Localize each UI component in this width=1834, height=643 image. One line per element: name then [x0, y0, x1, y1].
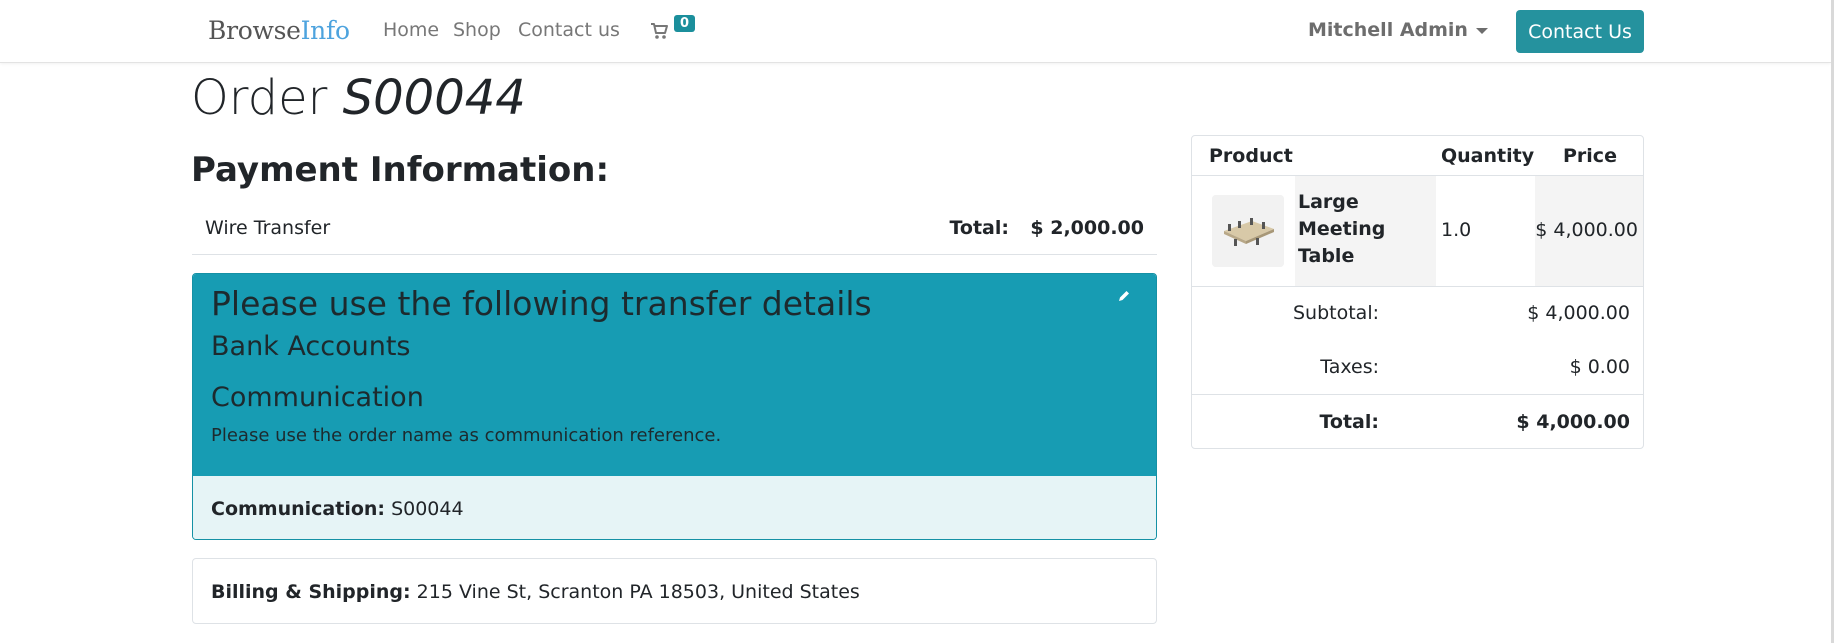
taxes-label: Taxes:	[1320, 356, 1379, 378]
transfer-title: Please use the following transfer detail…	[211, 284, 872, 323]
bank-accounts-heading: Bank Accounts	[211, 331, 411, 362]
page-title: Order S00044	[191, 70, 526, 126]
cart-count-badge: 0	[674, 15, 696, 32]
payment-heading: Payment Information:	[191, 150, 610, 190]
communication-reference: Communication: S00044	[193, 476, 1156, 539]
shopping-cart-icon	[651, 23, 668, 39]
payment-total-label: Total:	[949, 217, 1009, 239]
product-quantity: 1.0	[1441, 219, 1472, 241]
communication-heading: Communication	[211, 382, 424, 413]
billing-address: 215 Vine St, Scranton PA 18503, United S…	[416, 581, 860, 603]
user-name: Mitchell Admin	[1308, 19, 1468, 41]
transfer-details-box: Please use the following transfer detail…	[192, 273, 1157, 540]
total-value: $ 4,000.00	[1516, 411, 1630, 433]
order-summary-table: Product Quantity Price Large Meeting Tab…	[1191, 135, 1644, 449]
product-name[interactable]: Large Meeting Table	[1298, 189, 1408, 270]
pencil-icon[interactable]	[1116, 288, 1132, 304]
communication-label: Communication:	[211, 498, 386, 520]
taxes-value: $ 0.00	[1569, 356, 1630, 378]
order-number: S00044	[342, 70, 526, 126]
payment-total-value: $ 2,000.00	[1030, 217, 1144, 239]
nav-home[interactable]: Home	[383, 19, 439, 41]
column-header-product: Product	[1209, 145, 1293, 167]
billing-shipping-box: Billing & Shipping: 215 Vine St, Scranto…	[192, 558, 1157, 624]
column-header-quantity: Quantity	[1441, 145, 1535, 167]
nav-contact[interactable]: Contact us	[518, 19, 620, 41]
column-header-price: Price	[1563, 145, 1617, 167]
product-price: $ 4,000.00	[1535, 219, 1638, 241]
brand-logo[interactable]: BrowseInfo	[208, 16, 350, 45]
subtotal-value: $ 4,000.00	[1527, 302, 1630, 324]
communication-note: Please use the order name as communicati…	[211, 425, 722, 446]
user-menu[interactable]: Mitchell Admin	[1308, 19, 1488, 41]
billing-label: Billing & Shipping:	[211, 581, 411, 603]
total-label: Total:	[1319, 411, 1379, 433]
divider	[1192, 286, 1643, 287]
product-image[interactable]	[1212, 195, 1284, 267]
top-navbar: BrowseInfo Home Shop Contact us 0 Mitche…	[0, 0, 1831, 63]
brand-part-1: Browse	[208, 16, 301, 45]
chevron-down-icon	[1475, 27, 1488, 34]
nav-shop[interactable]: Shop	[453, 19, 501, 41]
brand-part-2: Info	[300, 16, 350, 45]
order-label: Order	[191, 70, 328, 126]
payment-method: Wire Transfer	[205, 217, 331, 239]
divider	[1192, 394, 1643, 395]
contact-us-button[interactable]: Contact Us	[1516, 10, 1644, 53]
communication-value: S00044	[391, 498, 464, 520]
table-product-icon	[1212, 195, 1284, 267]
subtotal-label: Subtotal:	[1292, 302, 1379, 324]
transfer-instructions: Please use the following transfer detail…	[193, 274, 1156, 476]
cart-button[interactable]: 0	[650, 15, 702, 48]
payment-row: Wire Transfer Total: $ 2,000.00	[192, 208, 1157, 255]
